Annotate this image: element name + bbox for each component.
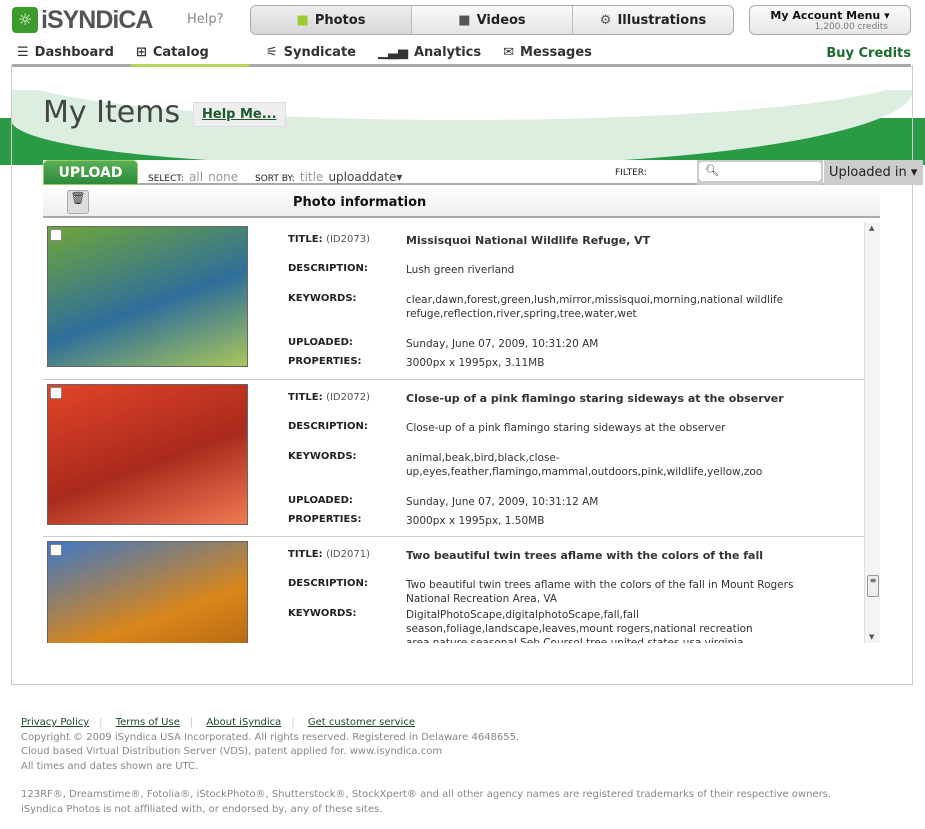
- item-description: Close-up of a pink flamingo staring side…: [406, 421, 726, 434]
- item-description: Lush green riverland: [406, 264, 515, 276]
- select-controls: SELECT: all none: [148, 170, 239, 184]
- catalog-icon: ⊞: [135, 45, 147, 60]
- item-properties: 3000px x 1995px, 3.11MB: [406, 357, 545, 369]
- item-properties: 3000px x 1995px, 1.50MB: [406, 514, 545, 527]
- nav-messages[interactable]: ✉ Messages: [498, 43, 597, 67]
- tab-videos[interactable]: ■ Videos: [412, 6, 573, 34]
- photo-information-header: Photo information: [293, 195, 427, 210]
- page-title: My Items: [43, 95, 181, 130]
- trademarks: 123RF®, Dreamstime®, Fotolia®, iStockPho…: [21, 789, 832, 800]
- scrollbar[interactable]: ▲ ≡ ▼: [864, 222, 880, 643]
- item-title: Two beautiful twin trees aflame with the…: [406, 549, 764, 562]
- nav-syndicate[interactable]: ⚟ Syndicate: [261, 43, 361, 67]
- toolbar: UPLOAD SELECT: all none SORT BY: title u…: [43, 160, 923, 185]
- item-uploaded: Sunday, June 07, 2009, 10:31:12 AM: [406, 495, 599, 508]
- sort-uploaddate[interactable]: uploaddate▾: [328, 170, 402, 184]
- privacy-policy-link[interactable]: Privacy Policy: [21, 717, 89, 728]
- messages-icon: ✉: [503, 45, 515, 60]
- item-description: Two beautiful twin trees aflame with the…: [406, 579, 794, 605]
- terms-link[interactable]: Terms of Use: [116, 717, 180, 728]
- sort-title[interactable]: title: [300, 170, 323, 184]
- logo[interactable]: ☼ iSYNDiCA: [12, 5, 153, 35]
- camera-icon: ■: [296, 12, 309, 28]
- uploaded-in-dropdown[interactable]: Uploaded in ▾: [824, 160, 923, 185]
- item-checkbox[interactable]: [50, 544, 62, 556]
- photo-thumbnail[interactable]: [47, 226, 248, 367]
- item-keywords: clear,dawn,forest,green,lush,mirror,miss…: [406, 294, 784, 320]
- affiliation: iSyndica Photos is not affiliated with, …: [21, 803, 383, 815]
- item-uploaded: Sunday, June 07, 2009, 10:31:20 AM: [406, 338, 599, 350]
- list-item: TITLE: (ID2073) Missisquoi National Wildl…: [43, 222, 864, 380]
- about-link[interactable]: About iSyndica: [206, 717, 281, 728]
- photo-thumbnail[interactable]: [47, 383, 248, 525]
- filter-input[interactable]: 🔍︎: [699, 162, 821, 181]
- copyright: Copyright © 2009 iSyndica USA Incorporat…: [21, 731, 520, 743]
- search-icon: 🔍︎: [705, 164, 719, 177]
- nav-dashboard[interactable]: ☰ Dashboard: [12, 43, 119, 67]
- account-menu[interactable]: My Account Menu ▾ 1,200.00 credits: [749, 5, 911, 35]
- help-me-button[interactable]: Help Me...: [193, 102, 286, 127]
- video-camera-icon: ■: [458, 12, 471, 28]
- buy-credits-link[interactable]: Buy Credits: [826, 46, 911, 61]
- trash-icon: 🗑︎: [70, 191, 86, 205]
- patent: Cloud based Virtual Distribution Server …: [21, 746, 443, 757]
- nav-analytics[interactable]: ▁▃▅ Analytics: [373, 43, 486, 67]
- select-none[interactable]: none: [208, 170, 238, 184]
- filter-box: 🔍︎: [697, 160, 823, 185]
- items-list: TITLE: (ID2073) Missisquoi National Wildl…: [43, 222, 880, 643]
- help-link[interactable]: Help?: [187, 12, 224, 27]
- upload-button[interactable]: UPLOAD: [43, 160, 138, 185]
- main-nav: ☰ Dashboard ⊞ Catalog ⚟ Syndicate ▁▃▅ Analyt…: [12, 43, 911, 67]
- item-title: Missisquoi National Wildlife Refuge, VT: [406, 234, 651, 247]
- tab-illustrations[interactable]: ⚙ Illustrations: [573, 6, 733, 34]
- sort-controls: SORT BY: title uploaddate▾: [255, 170, 403, 184]
- list-item: TITLE: (ID2072) Close-up of a pink flamin…: [43, 380, 864, 537]
- footer-links: Privacy Policy | Terms of Use | About iSyn…: [21, 717, 415, 728]
- item-checkbox[interactable]: [50, 386, 62, 399]
- logo-icon: ☼: [12, 7, 38, 33]
- item-keywords: animal,beak,bird,black,close-up,eyes,fea…: [406, 451, 763, 478]
- customer-service-link[interactable]: Get customer service: [308, 717, 415, 728]
- tab-photos[interactable]: ■ Photos: [251, 6, 412, 34]
- item-checkbox[interactable]: [50, 229, 62, 241]
- media-tabs: ■ Photos ■ Videos ⚙ Illustrations: [250, 5, 734, 35]
- scroll-down-icon[interactable]: ▼: [869, 633, 874, 641]
- dashboard-icon: ☰: [17, 45, 29, 60]
- select-all[interactable]: all: [189, 170, 203, 184]
- footer: Privacy Policy | Terms of Use | About iSyn…: [21, 716, 831, 817]
- delete-button[interactable]: 🗑︎: [67, 190, 89, 214]
- item-title: Close-up of a pink flamingo staring side…: [406, 391, 784, 405]
- scrollbar-thumb[interactable]: ≡: [867, 575, 879, 597]
- table-header: 🗑︎ Photo information: [43, 187, 880, 218]
- item-keywords: DigitalPhotoScape,digitalphotoScape,fall…: [406, 609, 753, 643]
- illustration-icon: ⚙: [599, 12, 612, 28]
- scroll-up-icon[interactable]: ▲: [869, 224, 874, 232]
- nav-catalog[interactable]: ⊞ Catalog: [130, 43, 249, 67]
- syndicate-icon: ⚟: [265, 45, 278, 60]
- list-item: TITLE: (ID2071) Two beautiful twin trees …: [43, 537, 864, 643]
- analytics-icon: ▁▃▅: [377, 45, 408, 60]
- utc-note: All times and dates shown are UTC.: [21, 760, 199, 772]
- photo-thumbnail[interactable]: [47, 541, 248, 643]
